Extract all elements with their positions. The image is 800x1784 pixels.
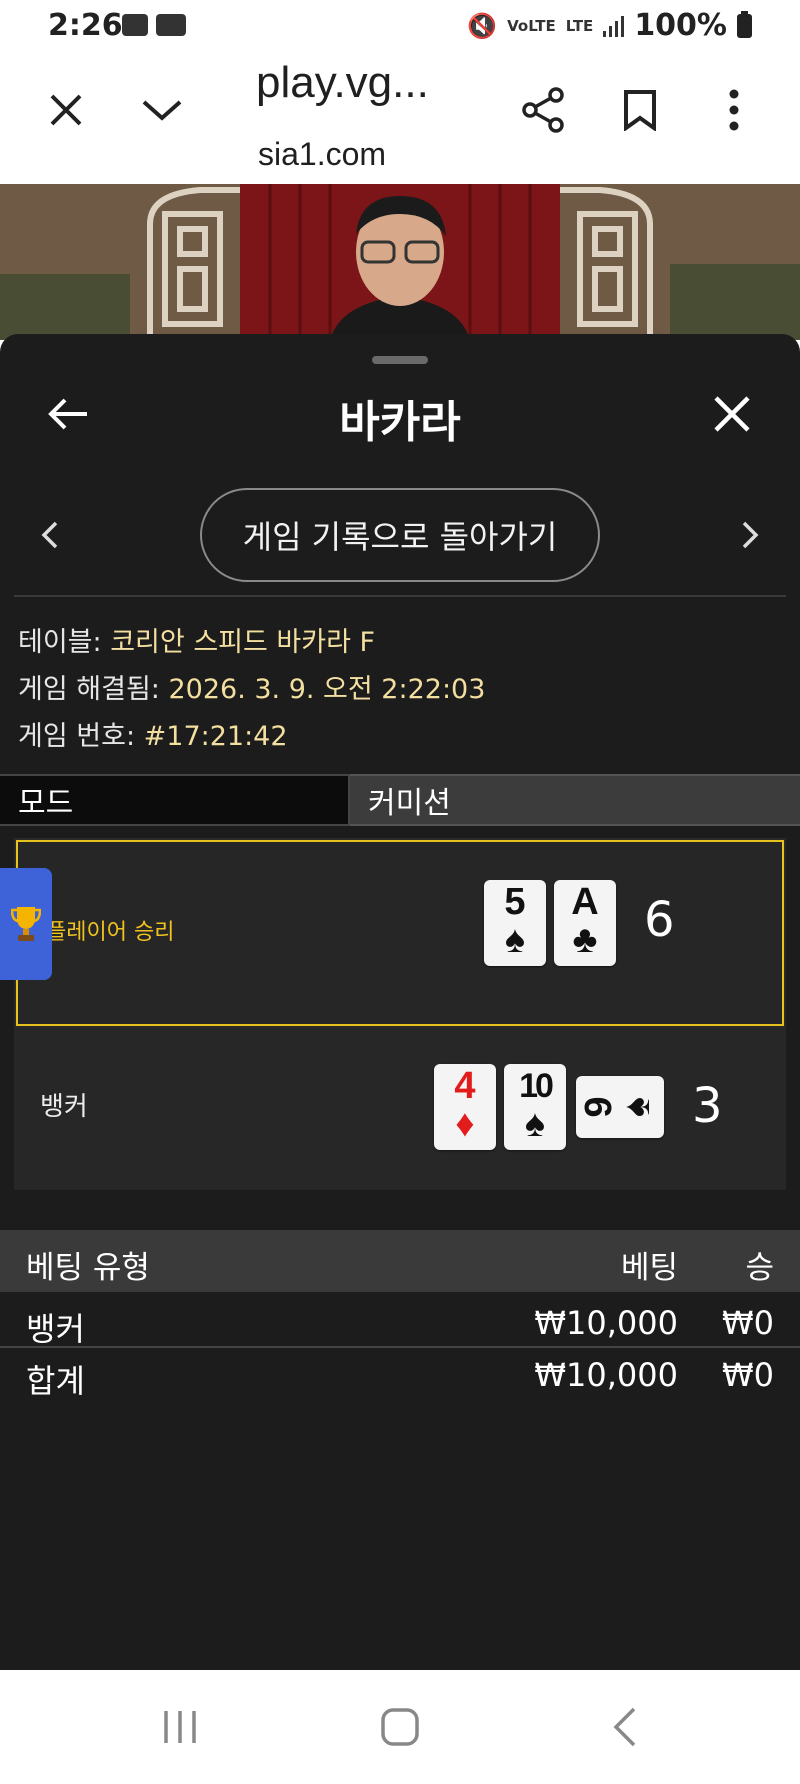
- banker-score: 3: [692, 1078, 723, 1134]
- table-value: 코리안 스피드 바카라 F: [110, 627, 376, 658]
- tab-mode[interactable]: 모드: [0, 774, 350, 826]
- tab-commission[interactable]: 커미션: [350, 774, 800, 826]
- chevron-right-icon: [742, 521, 759, 549]
- next-game-button[interactable]: [730, 510, 770, 560]
- bet-type: 뱅커: [26, 1310, 85, 1348]
- table-label: 테이블:: [18, 627, 102, 658]
- banker-card-1: 4 ♦: [434, 1064, 496, 1150]
- back-to-history-button[interactable]: 게임 기록으로 돌아가기: [200, 488, 600, 582]
- banker-hand: 뱅커 4 ♦ 10 ♠ 9 ♠ 3: [14, 1028, 786, 1190]
- signal-icon: [603, 15, 625, 37]
- share-icon: [522, 87, 564, 133]
- mute-icon: 🔇: [467, 11, 498, 40]
- share-button[interactable]: [516, 82, 572, 138]
- close-sheet-button[interactable]: [700, 382, 764, 446]
- battery-percent: 100%: [634, 8, 727, 43]
- image-icon: [122, 14, 148, 36]
- url-title[interactable]: play.vg...: [256, 58, 429, 108]
- chevron-down-icon: [142, 100, 182, 121]
- close-icon: [50, 94, 82, 126]
- total-bet: ₩10,000: [534, 1356, 678, 1394]
- header-win: 승: [745, 1250, 774, 1286]
- bookmark-button[interactable]: [612, 82, 668, 138]
- browser-toolbar: play.vg... sia1.com: [0, 56, 800, 184]
- player-card-2: A ♣: [554, 880, 616, 966]
- home-button[interactable]: [360, 1698, 440, 1756]
- table-info: 테이블: 코리안 스피드 바카라 F: [18, 620, 375, 659]
- close-icon: [714, 396, 750, 432]
- total-row: 합계 ₩10,000 ₩0: [0, 1356, 800, 1400]
- system-back-button[interactable]: [585, 1698, 665, 1756]
- chevron-left-icon: [41, 521, 58, 549]
- resolved-value: 2026. 3. 9. 오전 2:22:03: [168, 674, 486, 705]
- live-video: [0, 184, 800, 340]
- game-number-info: 게임 번호: #17:21:42: [18, 714, 288, 753]
- winner-trophy-tab[interactable]: [0, 868, 52, 980]
- header-bet: 베팅: [620, 1250, 678, 1286]
- total-label: 합계: [26, 1362, 85, 1400]
- status-bar: 2:26 🔇 VoLTE LTE 100%: [0, 0, 800, 56]
- bookmark-icon: [624, 90, 656, 131]
- more-menu-button[interactable]: [706, 82, 762, 138]
- resolved-info: 게임 해결됨: 2026. 3. 9. 오전 2:22:03: [18, 667, 485, 706]
- system-nav-bar: [0, 1670, 800, 1784]
- resolved-label: 게임 해결됨:: [18, 674, 160, 705]
- bets-table-header: 베팅 유형 베팅 승: [0, 1230, 800, 1292]
- banker-label: 뱅커: [40, 1092, 88, 1122]
- minimize-button[interactable]: [134, 82, 190, 138]
- trophy-icon: [11, 907, 41, 941]
- divider: [14, 595, 786, 597]
- game-number-label: 게임 번호:: [18, 721, 136, 752]
- recent-apps-button[interactable]: [140, 1698, 220, 1756]
- drag-handle[interactable]: [372, 356, 428, 364]
- bet-amount: ₩10,000: [534, 1304, 678, 1342]
- total-win: ₩0: [722, 1356, 774, 1394]
- banker-card-2: 10 ♠: [504, 1064, 566, 1150]
- player-result-label: 플레이어 승리: [46, 920, 175, 945]
- more-vert-icon: [729, 89, 739, 131]
- close-tab-button[interactable]: [38, 82, 94, 138]
- status-time: 2:26: [48, 8, 123, 43]
- player-card-1: 5 ♠: [484, 880, 546, 966]
- url-domain[interactable]: sia1.com: [258, 136, 386, 173]
- prev-game-button[interactable]: [30, 510, 70, 560]
- win-amount: ₩0: [722, 1304, 774, 1342]
- game-number-value: #17:21:42: [143, 721, 288, 752]
- banker-card-3: 9 ♠: [576, 1076, 664, 1138]
- sheet-title: 바카라: [339, 397, 461, 448]
- header-bet-type: 베팅 유형: [26, 1250, 150, 1286]
- bet-row: 뱅커 ₩10,000 ₩0: [0, 1304, 800, 1348]
- volte-icon: VoLTE: [507, 16, 556, 35]
- hands-panel: 플레이어 승리 5 ♠ A ♣ 6 뱅커 4 ♦ 10 ♠ 9 ♠ 3: [14, 838, 786, 1190]
- dealer-video-frame: [0, 184, 800, 340]
- player-hand: 플레이어 승리 5 ♠ A ♣ 6: [16, 840, 784, 1026]
- battery-icon: [737, 10, 752, 38]
- view-tabs: 모드 커미션: [0, 774, 800, 826]
- home-icon: [381, 1708, 419, 1746]
- youtube-icon: [156, 14, 186, 36]
- back-chevron-icon: [613, 1707, 636, 1747]
- game-detail-sheet: 바카라 게임 기록으로 돌아가기 테이블: 코리안 스피드 바카라 F 게임 해…: [0, 334, 800, 1670]
- player-score: 6: [644, 892, 675, 948]
- recents-icon: [164, 1711, 196, 1743]
- network-type: LTE: [565, 16, 594, 35]
